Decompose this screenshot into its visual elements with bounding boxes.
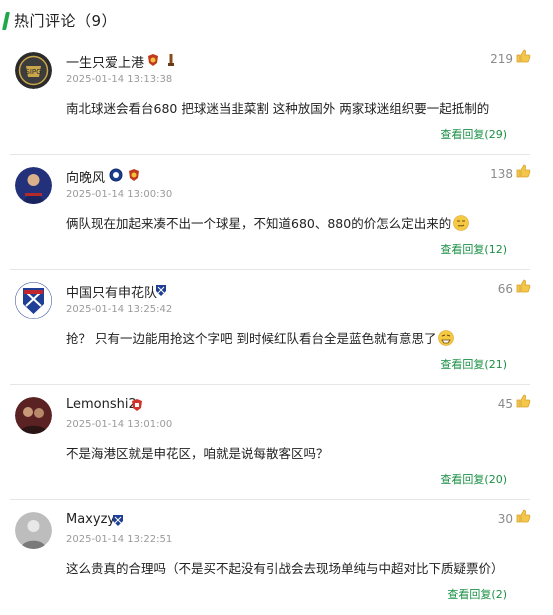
thumbs-up-icon[interactable] (515, 393, 531, 409)
team-badge-icon (146, 52, 160, 66)
timestamp: 2025-01-14 13:13:38 (66, 74, 173, 85)
grin-emoji-icon (438, 330, 455, 349)
username[interactable]: 向晚风 (66, 167, 105, 186)
username[interactable]: 中国只有申花队 (66, 282, 157, 301)
like-count: 219 (490, 52, 513, 66)
comment-item: Lemonshi2 2025-01-14 13:01:00 45 不是海港区就是… (0, 385, 553, 500)
section-accent-bar (2, 12, 10, 30)
comment-item: SIPG 一生只爱上港 2025-01-14 13:13:38 219 南北球迷… (0, 40, 553, 155)
timestamp: 2025-01-14 13:00:30 (66, 189, 173, 200)
username[interactable]: Maxyzy (66, 512, 115, 527)
team-badge-icon (127, 167, 141, 181)
comment-text: 抢？ 只有一边能用抢这个字吧 到时候红队看台全是蓝色就有意思了 (66, 328, 455, 349)
comment-text: 俩队现在加起来凑不出一个球星，不知道680、880的价怎么定出来的 (66, 213, 470, 234)
club-badge-icon (111, 512, 125, 526)
comment-text: 南北球迷会看台680 把球迷当韭菜割 这种放国外 两家球迷组织要一起抵制的 (66, 101, 490, 116)
club-badge-icon (109, 167, 123, 182)
section-title: 热门评论（9） (14, 12, 118, 30)
comment-item: 中国只有申花队 2025-01-14 13:25:42 66 抢？ 只有一边能用… (0, 270, 553, 385)
comment-text: 这么贵真的合理吗（不是买不起没有引战会去现场单纯与中超对比下质疑票价） (66, 561, 504, 576)
timestamp: 2025-01-14 13:25:42 (66, 304, 173, 315)
avatar[interactable]: SIPG (15, 52, 52, 89)
avatar[interactable] (15, 167, 52, 204)
avatar[interactable] (15, 397, 52, 434)
view-replies-link[interactable]: 查看回复(12) (440, 241, 507, 257)
view-replies-link[interactable]: 查看回复(20) (440, 471, 507, 487)
section-header: 热门评论（9） (0, 0, 553, 40)
comment-text-content: 抢？ 只有一边能用抢这个字吧 到时候红队看台全是蓝色就有意思了 (66, 331, 437, 346)
thumbs-up-icon[interactable] (515, 508, 531, 524)
comment-item: 向晚风 2025-01-14 13:00:30 138 俩队现在加起来凑不出一个… (0, 155, 553, 270)
thumbs-up-icon[interactable] (515, 163, 531, 179)
timestamp: 2025-01-14 13:01:00 (66, 419, 173, 430)
like-count: 66 (497, 282, 513, 296)
comment-item: Maxyzy 2025-01-14 13:22:51 30 这么贵真的合理吗（不… (0, 500, 553, 615)
view-replies-link[interactable]: 查看回复(21) (440, 356, 507, 372)
club-badge-icon (154, 282, 168, 296)
svg-text:SIPG: SIPG (25, 68, 41, 76)
like-count: 138 (490, 167, 513, 181)
comment-text-content: 俩队现在加起来凑不出一个球星，不知道680、880的价怎么定出来的 (66, 216, 452, 231)
thumbs-up-icon[interactable] (515, 278, 531, 294)
username[interactable]: Lemonshi2 (66, 397, 137, 412)
team-badge-icon (130, 397, 144, 411)
view-replies-link[interactable]: 查看回复(29) (440, 126, 507, 142)
trophy-icon (164, 52, 178, 66)
timestamp: 2025-01-14 13:22:51 (66, 534, 173, 545)
avatar[interactable] (15, 512, 52, 549)
like-count: 30 (497, 512, 513, 526)
smirk-emoji-icon (453, 215, 470, 234)
comment-text: 不是海港区就是申花区，咱就是说每散客区吗？ (66, 446, 329, 461)
username[interactable]: 一生只爱上港 (66, 52, 144, 71)
avatar[interactable] (15, 282, 52, 319)
thumbs-up-icon[interactable] (515, 48, 531, 64)
like-count: 45 (497, 397, 513, 411)
